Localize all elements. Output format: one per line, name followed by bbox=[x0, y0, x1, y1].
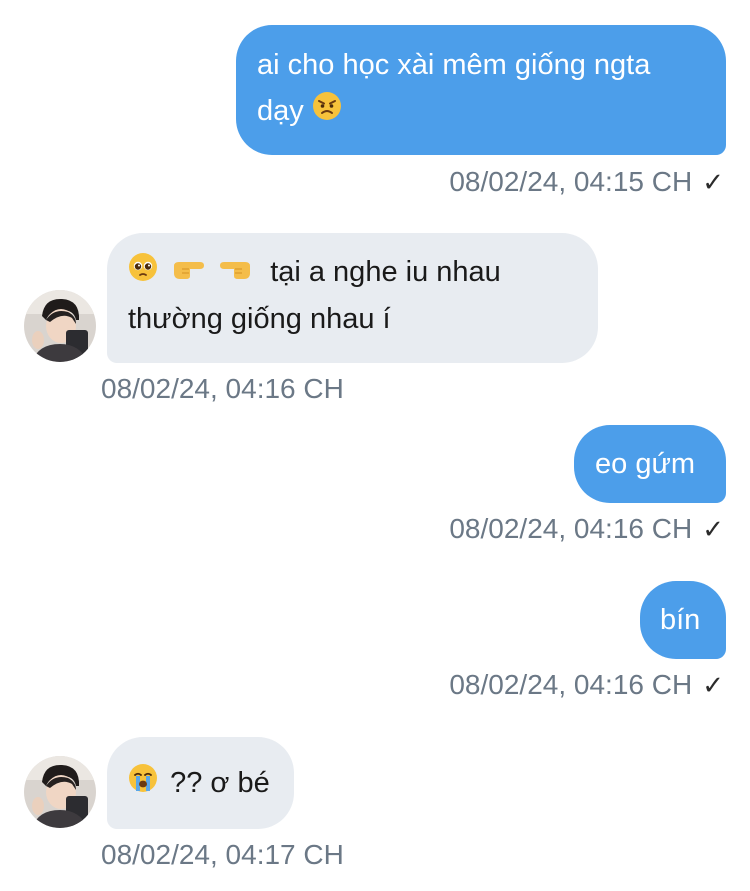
sent-check-icon: ✓ bbox=[702, 670, 724, 700]
message-text-line: dạy bbox=[257, 88, 726, 135]
contact-avatar[interactable] bbox=[24, 756, 96, 828]
message-text: tại a nghe iu nhau bbox=[270, 256, 501, 288]
message-bubble-outgoing[interactable]: bín bbox=[640, 581, 726, 659]
message-timestamp: 08/02/24, 04:17 CH bbox=[101, 839, 344, 871]
message-text-line: thường giống nhau í bbox=[128, 303, 391, 336]
message-text-line: tại a nghe iu nhau bbox=[128, 249, 598, 296]
pointing-right-emoji bbox=[172, 250, 206, 296]
message-timestamp: 08/02/24, 04:15 CH ✓ bbox=[449, 166, 724, 198]
contact-avatar[interactable] bbox=[24, 290, 96, 362]
loudly-crying-face-emoji bbox=[128, 761, 158, 807]
message-bubble-outgoing[interactable]: ai cho học xài mêm giống ngta dạy bbox=[236, 25, 726, 155]
message-text: bín bbox=[660, 604, 701, 636]
timestamp-text: 08/02/24, 04:16 CH bbox=[449, 513, 693, 544]
timestamp-text: 08/02/24, 04:15 CH bbox=[449, 166, 693, 197]
message-text: eo gứm bbox=[595, 448, 696, 480]
message-timestamp: 08/02/24, 04:16 CH ✓ bbox=[449, 513, 724, 545]
timestamp-text: 08/02/24, 04:17 CH bbox=[101, 839, 344, 870]
message-bubble-outgoing[interactable]: eo gứm bbox=[574, 425, 726, 503]
message-bubble-incoming[interactable]: tại a nghe iu nhau thường giống nhau í bbox=[107, 233, 598, 363]
message-timestamp: 08/02/24, 04:16 CH bbox=[101, 373, 344, 405]
pleading-face-emoji bbox=[128, 250, 158, 296]
timestamp-text: 08/02/24, 04:16 CH bbox=[101, 373, 344, 404]
sent-check-icon: ✓ bbox=[702, 514, 724, 544]
message-text: dạy bbox=[257, 95, 304, 127]
pointing-left-emoji bbox=[218, 250, 252, 296]
message-timestamp: 08/02/24, 04:16 CH ✓ bbox=[449, 669, 724, 701]
message-text: ?? ơ bé bbox=[170, 767, 270, 799]
timestamp-text: 08/02/24, 04:16 CH bbox=[449, 669, 693, 700]
message-text-line: ai cho học xài mêm giống ngta bbox=[257, 49, 651, 81]
sent-check-icon: ✓ bbox=[702, 167, 724, 197]
chat-thread: ai cho học xài mêm giống ngta dạy 08/02/… bbox=[0, 0, 750, 891]
angry-face-emoji bbox=[312, 89, 342, 135]
message-bubble-incoming[interactable]: ?? ơ bé bbox=[107, 737, 294, 829]
